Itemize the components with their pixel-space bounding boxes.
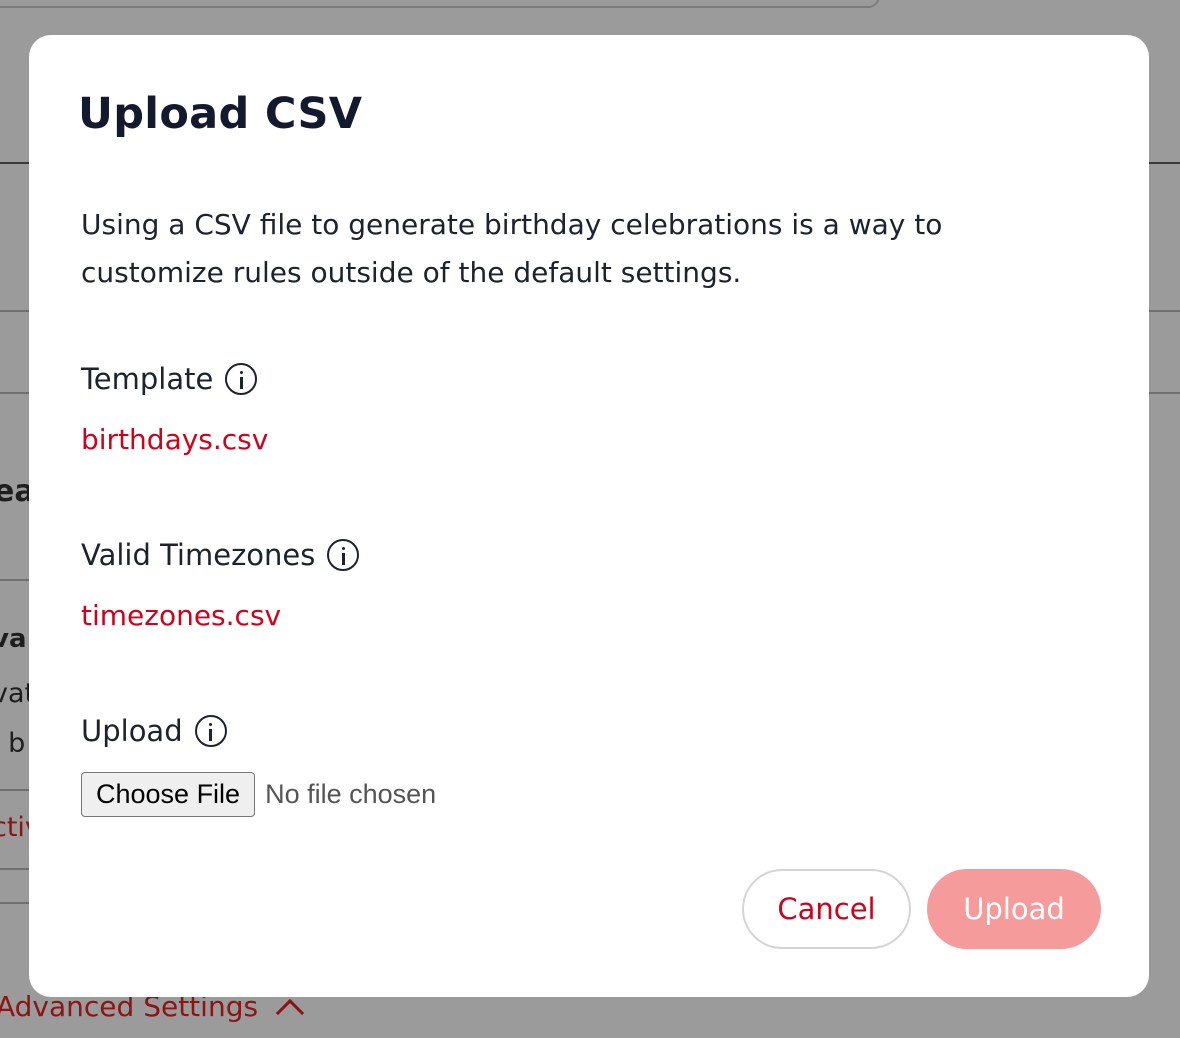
timezones-download-link[interactable]: timezones.csv bbox=[81, 599, 281, 632]
background-bold-fragment: va bbox=[0, 624, 27, 654]
chevron-up-icon bbox=[275, 998, 305, 1027]
template-label: Template bbox=[81, 362, 214, 396]
upload-label-row: Upload bbox=[81, 714, 227, 748]
timezones-label: Valid Timezones bbox=[81, 538, 316, 572]
modal-description: Using a CSV file to generate birthday ce… bbox=[81, 208, 943, 289]
cancel-button[interactable]: Cancel bbox=[742, 869, 911, 949]
background-input bbox=[0, 0, 880, 8]
template-label-row: Template bbox=[81, 362, 258, 396]
choose-file-button[interactable]: Choose File bbox=[81, 772, 256, 817]
template-download-link[interactable]: birthdays.csv bbox=[81, 423, 268, 456]
info-icon[interactable] bbox=[327, 539, 360, 571]
file-status: No file chosen bbox=[265, 779, 437, 809]
timezones-label-row: Valid Timezones bbox=[81, 538, 360, 572]
upload-csv-modal: Upload CSV Using a CSV file to generate … bbox=[29, 35, 1149, 997]
info-icon[interactable] bbox=[194, 715, 227, 747]
upload-label: Upload bbox=[81, 714, 183, 748]
file-input[interactable]: Choose File No file chosen bbox=[81, 772, 436, 817]
info-icon[interactable] bbox=[225, 363, 258, 395]
background-text-fragment: l b bbox=[0, 728, 26, 759]
upload-button[interactable]: Upload bbox=[927, 869, 1101, 949]
modal-title: Upload CSV bbox=[78, 89, 363, 139]
